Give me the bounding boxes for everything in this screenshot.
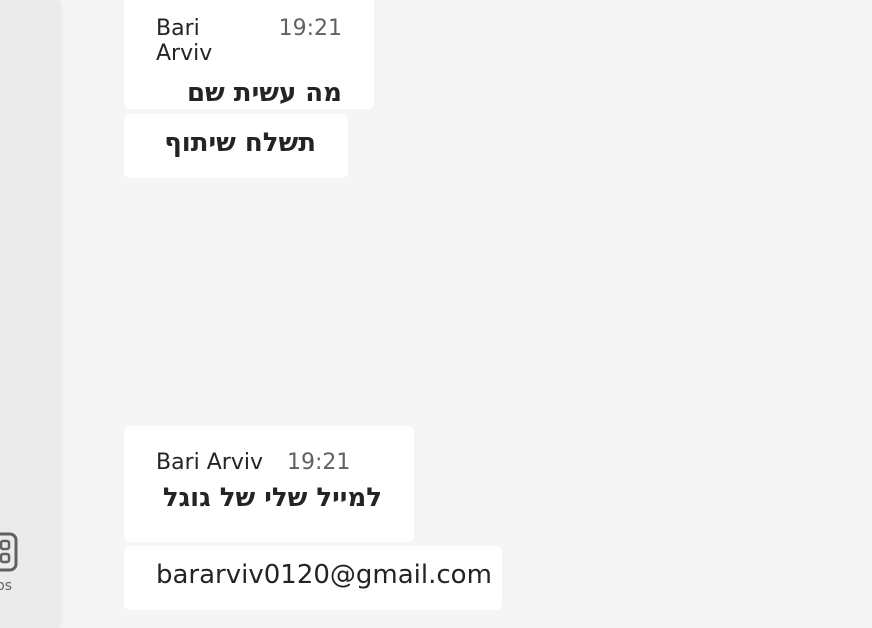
- message-bubble[interactable]: Bari Arviv 19:21 מה עשית שם: [124, 0, 374, 109]
- message-bubble[interactable]: bararviv0120@gmail.com: [124, 546, 502, 610]
- message-text: למייל שלי של גוגל: [162, 483, 382, 513]
- message-text: תשלח שיתוף: [164, 128, 316, 158]
- message-bubble[interactable]: Bari Arviv 19:21 למייל שלי של גוגל: [124, 426, 414, 542]
- message-text: מה עשית שם: [186, 78, 342, 108]
- message-sender: Bari Arviv: [156, 16, 213, 66]
- message-time: 19:21: [278, 16, 342, 41]
- message-time: 19:21: [286, 450, 351, 475]
- message-header: Bari Arviv 19:21: [156, 16, 342, 66]
- message-email-text[interactable]: bararviv0120@gmail.com: [156, 560, 492, 590]
- message-sender: Bari Arviv: [156, 450, 263, 475]
- message-header: Bari Arviv 19:21: [156, 450, 382, 475]
- message-bubble[interactable]: תשלח שיתוף: [124, 114, 348, 178]
- chat-message-list: Bari Arviv 19:21 מה עשית שם תשלח שיתוף B…: [0, 0, 872, 628]
